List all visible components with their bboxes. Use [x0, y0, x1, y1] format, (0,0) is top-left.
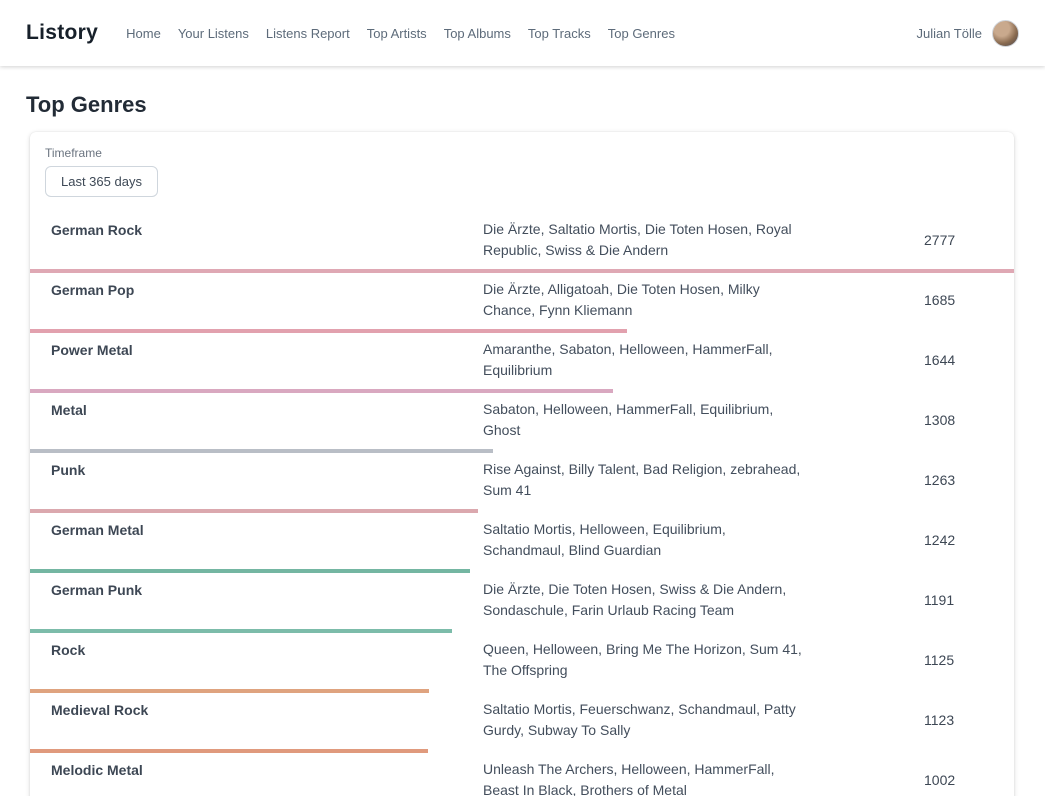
- genre-row: Power Metal Amaranthe, Sabaton, Hellowee…: [30, 333, 1014, 393]
- genre-name: German Metal: [51, 519, 483, 541]
- genre-top-artists: Saltatio Mortis, Feuerschwanz, Schandmau…: [483, 699, 803, 741]
- user-avatar[interactable]: [992, 20, 1019, 47]
- genre-top-artists: Queen, Helloween, Bring Me The Horizon, …: [483, 639, 803, 681]
- genre-rows: German Rock Die Ärzte, Saltatio Mortis, …: [30, 213, 1014, 796]
- genre-row: Medieval Rock Saltatio Mortis, Feuerschw…: [30, 693, 1014, 753]
- nav-item-home[interactable]: Home: [126, 26, 161, 41]
- top-navbar: Listory Home Your Listens Listens Report…: [0, 0, 1045, 66]
- genre-listen-count: 1644: [924, 352, 994, 368]
- user-name: Julian Tölle: [916, 26, 982, 41]
- genre-row: Rock Queen, Helloween, Bring Me The Hori…: [30, 633, 1014, 693]
- genre-name: German Punk: [51, 579, 483, 601]
- genre-row: German Rock Die Ärzte, Saltatio Mortis, …: [30, 213, 1014, 273]
- genre-row: German Metal Saltatio Mortis, Helloween,…: [30, 513, 1014, 573]
- genre-row: German Pop Die Ärzte, Alligatoah, Die To…: [30, 273, 1014, 333]
- nav-item-top-tracks[interactable]: Top Tracks: [528, 26, 591, 41]
- nav-item-top-albums[interactable]: Top Albums: [444, 26, 511, 41]
- app-logo[interactable]: Listory: [26, 21, 98, 45]
- genre-top-artists: Die Ärzte, Alligatoah, Die Toten Hosen, …: [483, 279, 803, 321]
- genre-top-artists: Rise Against, Billy Talent, Bad Religion…: [483, 459, 803, 501]
- genre-top-artists: Sabaton, Helloween, HammerFall, Equilibr…: [483, 399, 803, 441]
- timeframe-select[interactable]: Last 365 days: [45, 166, 158, 197]
- genre-row: German Punk Die Ärzte, Die Toten Hosen, …: [30, 573, 1014, 633]
- genre-listen-count: 1242: [924, 532, 994, 548]
- genre-listen-count: 1308: [924, 412, 994, 428]
- genre-listen-count: 1685: [924, 292, 994, 308]
- genre-name: Punk: [51, 459, 483, 481]
- genre-top-artists: Die Ärzte, Die Toten Hosen, Swiss & Die …: [483, 579, 803, 621]
- genre-name: Power Metal: [51, 339, 483, 361]
- genre-listen-count: 1123: [924, 712, 994, 728]
- nav-item-top-artists[interactable]: Top Artists: [367, 26, 427, 41]
- genre-name: Metal: [51, 399, 483, 421]
- genre-listen-count: 1002: [924, 772, 994, 788]
- genre-row: Punk Rise Against, Billy Talent, Bad Rel…: [30, 453, 1014, 513]
- nav-item-your-listens[interactable]: Your Listens: [178, 26, 249, 41]
- genre-row: Metal Sabaton, Helloween, HammerFall, Eq…: [30, 393, 1014, 453]
- nav-item-top-genres[interactable]: Top Genres: [608, 26, 675, 41]
- timeframe-label: Timeframe: [45, 146, 999, 160]
- genre-name: German Pop: [51, 279, 483, 301]
- genre-top-artists: Unleash The Archers, Helloween, HammerFa…: [483, 759, 803, 796]
- genre-listen-count: 1191: [924, 592, 994, 608]
- genre-top-artists: Saltatio Mortis, Helloween, Equilibrium,…: [483, 519, 803, 561]
- nav-item-listens-report[interactable]: Listens Report: [266, 26, 350, 41]
- genre-row: Melodic Metal Unleash The Archers, Hello…: [30, 753, 1014, 796]
- genre-listen-count: 2777: [924, 232, 994, 248]
- timeframe-section: Timeframe Last 365 days: [30, 146, 1014, 197]
- user-menu[interactable]: Julian Tölle: [916, 20, 1019, 47]
- genre-listen-count: 1263: [924, 472, 994, 488]
- genre-name: Medieval Rock: [51, 699, 483, 721]
- genre-top-artists: Amaranthe, Sabaton, Helloween, HammerFal…: [483, 339, 803, 381]
- genre-name: Melodic Metal: [51, 759, 483, 781]
- nav-links: Home Your Listens Listens Report Top Art…: [126, 26, 916, 41]
- top-genres-card: Timeframe Last 365 days German Rock Die …: [30, 132, 1014, 796]
- genre-top-artists: Die Ärzte, Saltatio Mortis, Die Toten Ho…: [483, 219, 803, 261]
- genre-name: German Rock: [51, 219, 483, 241]
- genre-name: Rock: [51, 639, 483, 661]
- page-title: Top Genres: [26, 92, 1045, 118]
- genre-listen-count: 1125: [924, 652, 994, 668]
